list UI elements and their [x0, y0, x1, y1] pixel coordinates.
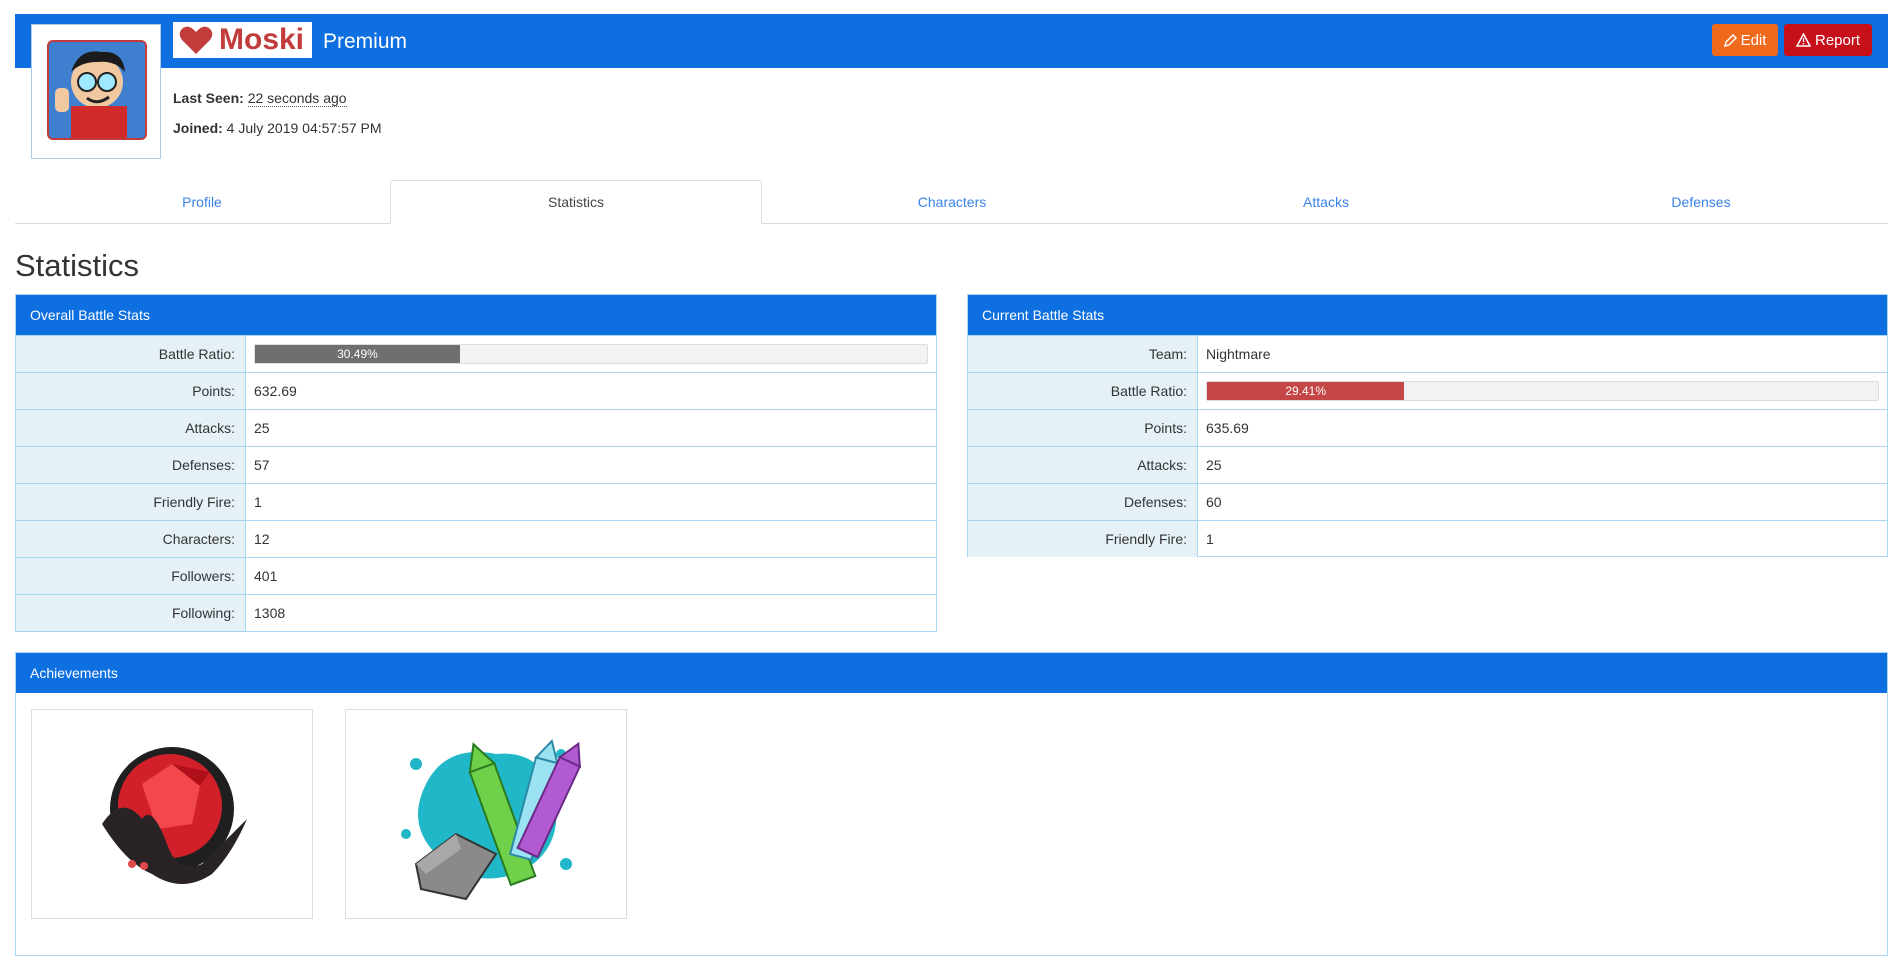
achievement-card[interactable]: [345, 709, 627, 919]
tab-defenses[interactable]: Defenses: [1514, 180, 1888, 223]
stat-row: Points: 632.69: [16, 372, 936, 409]
edit-button[interactable]: Edit: [1712, 24, 1778, 56]
stat-label: Defenses:: [968, 484, 1198, 520]
overall-battle-stats-panel: Overall Battle Stats Battle Ratio: 30.49…: [15, 294, 937, 632]
stat-label: Battle Ratio:: [968, 373, 1198, 409]
stat-label: Following:: [16, 595, 246, 631]
stat-row: Friendly Fire: 1: [16, 483, 936, 520]
stat-row: Following: 1308: [16, 594, 936, 631]
stat-label: Team:: [968, 336, 1198, 372]
nightmare-bat-badge-icon: [102, 747, 247, 884]
stat-value: 12: [254, 531, 270, 547]
last-seen-label: Last Seen:: [173, 90, 244, 106]
avatar[interactable]: [47, 40, 147, 140]
stat-label: Points:: [16, 373, 246, 409]
achievements-panel: Achievements: [15, 652, 1888, 956]
premium-label: Premium: [323, 30, 408, 53]
panel-title: Current Battle Stats: [968, 295, 1887, 335]
page-title: Statistics: [15, 248, 140, 283]
stat-label: Points:: [968, 410, 1198, 446]
stat-row-battle-ratio: Battle Ratio: 29.41%: [968, 372, 1887, 409]
edit-button-label: Edit: [1740, 31, 1767, 49]
stat-value: 25: [254, 420, 270, 436]
tab-attacks[interactable]: Attacks: [1139, 180, 1513, 223]
battle-ratio-progress: 29.41%: [1206, 381, 1879, 401]
last-seen-value: 22 seconds ago: [247, 90, 347, 107]
avatar-frame: [31, 24, 161, 159]
stat-label: Attacks:: [16, 410, 246, 446]
tab-characters[interactable]: Characters: [765, 180, 1139, 223]
report-button[interactable]: Report: [1784, 24, 1872, 56]
report-button-label: Report: [1814, 31, 1861, 49]
stat-value: 57: [254, 457, 270, 473]
progress-fill: 30.49%: [255, 345, 460, 363]
stat-label: Characters:: [16, 521, 246, 557]
warning-icon: [1795, 33, 1811, 47]
stat-row: Defenses: 60: [968, 483, 1887, 520]
profile-tabs: Profile Statistics Characters Attacks De…: [15, 180, 1888, 224]
stat-value: 401: [254, 568, 278, 584]
stat-value: 1308: [254, 605, 286, 621]
tab-statistics[interactable]: Statistics: [390, 180, 762, 224]
stat-row: Attacks: 25: [16, 409, 936, 446]
stat-row-team: Team: Nightmare: [968, 335, 1887, 372]
progress-fill: 29.41%: [1207, 382, 1405, 400]
stat-value: Nightmare: [1206, 346, 1271, 362]
stat-value: 25: [1206, 457, 1222, 473]
stat-label: Battle Ratio:: [16, 336, 246, 372]
panel-title: Achievements: [16, 653, 1887, 693]
stat-label: Defenses:: [16, 447, 246, 483]
pencil-icon: [1723, 33, 1737, 47]
heart-icon: [179, 26, 213, 54]
stat-row: Characters: 12: [16, 520, 936, 557]
current-battle-stats-panel: Current Battle Stats Team: Nightmare Bat…: [967, 294, 1888, 557]
stat-value: 632.69: [254, 383, 297, 399]
stat-row-battle-ratio: Battle Ratio: 30.49%: [16, 335, 936, 372]
joined-date: Joined: 4 July 2019 04:57:57 PM: [173, 120, 382, 136]
profile-page: Moski Premium Edit Report Last Seen: 22 …: [0, 0, 1903, 972]
battle-ratio-progress: 30.49%: [254, 344, 928, 364]
username-badge: Moski: [173, 22, 313, 58]
panel-title: Overall Battle Stats: [16, 295, 936, 335]
crayons-badge-icon: [401, 738, 582, 901]
joined-label: Joined:: [173, 120, 223, 136]
stat-row: Points: 635.69: [968, 409, 1887, 446]
username: Moski: [219, 23, 305, 56]
stat-row: Friendly Fire: 1: [968, 520, 1887, 557]
stat-value: 60: [1206, 494, 1222, 510]
stat-row: Attacks: 25: [968, 446, 1887, 483]
stat-row: Followers: 401: [16, 557, 936, 594]
stat-row: Defenses: 57: [16, 446, 936, 483]
stat-value: 1: [254, 494, 262, 510]
achievement-card[interactable]: [31, 709, 313, 919]
stat-value: 1: [1206, 531, 1214, 547]
stat-label: Followers:: [16, 558, 246, 594]
stat-value: 635.69: [1206, 420, 1249, 436]
stat-label: Attacks:: [968, 447, 1198, 483]
stat-label: Friendly Fire:: [16, 484, 246, 520]
last-seen: Last Seen: 22 seconds ago: [173, 90, 347, 107]
tab-profile[interactable]: Profile: [15, 180, 389, 223]
stat-label: Friendly Fire:: [968, 521, 1198, 557]
joined-value: 4 July 2019 04:57:57 PM: [226, 120, 382, 136]
